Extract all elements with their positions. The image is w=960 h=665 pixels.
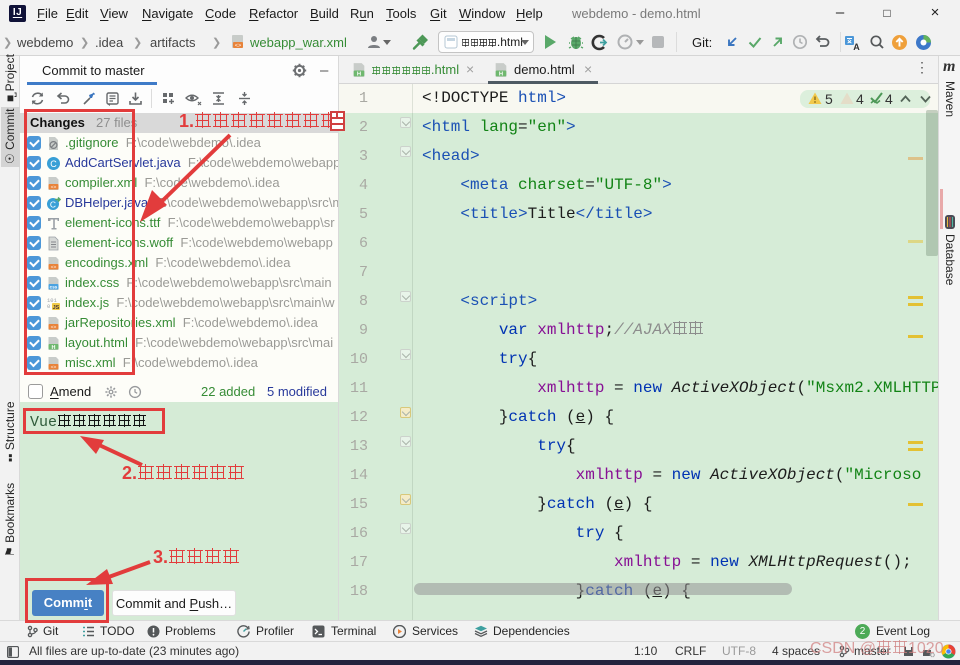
svg-text:H: H <box>357 72 361 78</box>
svg-text:H: H <box>499 72 503 78</box>
svg-text:<>: <> <box>235 42 242 49</box>
svg-text:A: A <box>853 42 860 52</box>
